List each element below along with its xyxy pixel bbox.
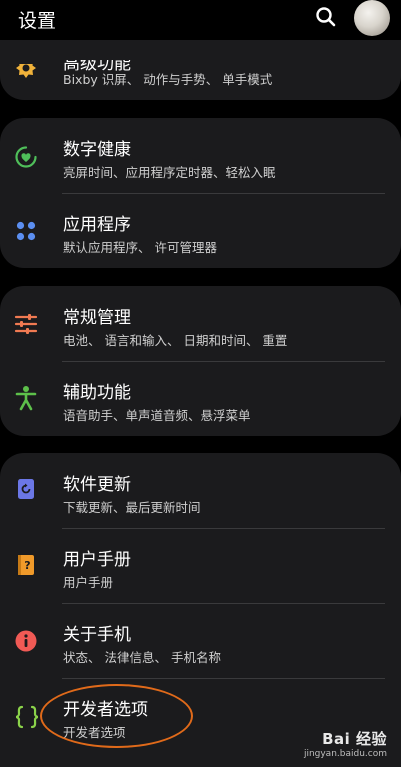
item-title: 辅助功能 <box>63 383 131 403</box>
item-title: 常规管理 <box>63 308 131 328</box>
page-title: 设置 <box>18 10 57 32</box>
item-subtitle: 电池、 语言和输入、 日期和时间、 重置 <box>63 333 288 348</box>
highlight-ellipse <box>40 684 193 748</box>
avatar[interactable] <box>354 0 390 36</box>
apps-grid-icon <box>14 219 38 243</box>
user-manual-icon: ? <box>14 553 38 577</box>
settings-item-digital-wellbeing[interactable]: 数字健康 亮屏时间、应用程序定时器、轻松入眠 <box>0 118 401 193</box>
settings-item-software-update[interactable]: 软件更新 下载更新、最后更新时间 <box>0 453 401 528</box>
watermark: Bai 经验 jingyan.baidu.com <box>287 728 387 759</box>
accessibility-icon <box>14 385 38 411</box>
item-subtitle: Bixby 识屏、 动作与手势、 单手模式 <box>63 72 273 87</box>
developer-braces-icon <box>14 705 39 729</box>
item-subtitle: 亮屏时间、应用程序定时器、轻松入眠 <box>63 165 276 180</box>
item-title: 应用程序 <box>63 215 131 235</box>
sliders-icon <box>14 312 38 336</box>
app-header: 设置 <box>0 0 401 40</box>
settings-card-wellbeing: 数字健康 亮屏时间、应用程序定时器、轻松入眠 应用程序 默认应用程序、 许可管理… <box>0 118 401 268</box>
svg-text:?: ? <box>24 559 30 572</box>
item-title: 数字健康 <box>63 140 131 160</box>
digital-wellbeing-icon <box>14 145 38 169</box>
settings-item-general-management[interactable]: 常规管理 电池、 语言和输入、 日期和时间、 重置 <box>0 286 401 361</box>
item-subtitle: 语音助手、单声道音频、悬浮菜单 <box>63 408 251 423</box>
item-subtitle: 下载更新、最后更新时间 <box>63 500 201 515</box>
star-gear-icon <box>14 64 38 80</box>
settings-card-general: 常规管理 电池、 语言和输入、 日期和时间、 重置 辅助功能 语音助手、单声道音… <box>0 286 401 436</box>
settings-item-about-phone[interactable]: 关于手机 状态、 法律信息、 手机名称 <box>0 603 401 678</box>
software-update-icon <box>14 477 38 501</box>
watermark-logo: Bai 经验 <box>322 730 387 748</box>
item-title: 用户手册 <box>63 550 131 570</box>
item-subtitle: 用户手册 <box>63 575 114 590</box>
search-icon[interactable] <box>312 3 340 31</box>
info-icon <box>14 629 38 653</box>
watermark-url: jingyan.baidu.com <box>303 749 387 759</box>
item-subtitle: 默认应用程序、 许可管理器 <box>63 240 217 255</box>
settings-item-user-manual[interactable]: ? 用户手册 用户手册 <box>0 528 401 603</box>
settings-item-accessibility[interactable]: 辅助功能 语音助手、单声道音频、悬浮菜单 <box>0 361 401 436</box>
settings-screen: 设置 高级功能 Bixby 识屏、 动作与手势、 单手模式 数字健康 亮屏时间、… <box>0 0 401 767</box>
item-title: 关于手机 <box>63 625 131 645</box>
item-subtitle: 状态、 法律信息、 手机名称 <box>63 650 221 665</box>
settings-item-apps[interactable]: 应用程序 默认应用程序、 许可管理器 <box>0 193 401 268</box>
item-title: 软件更新 <box>63 475 131 495</box>
